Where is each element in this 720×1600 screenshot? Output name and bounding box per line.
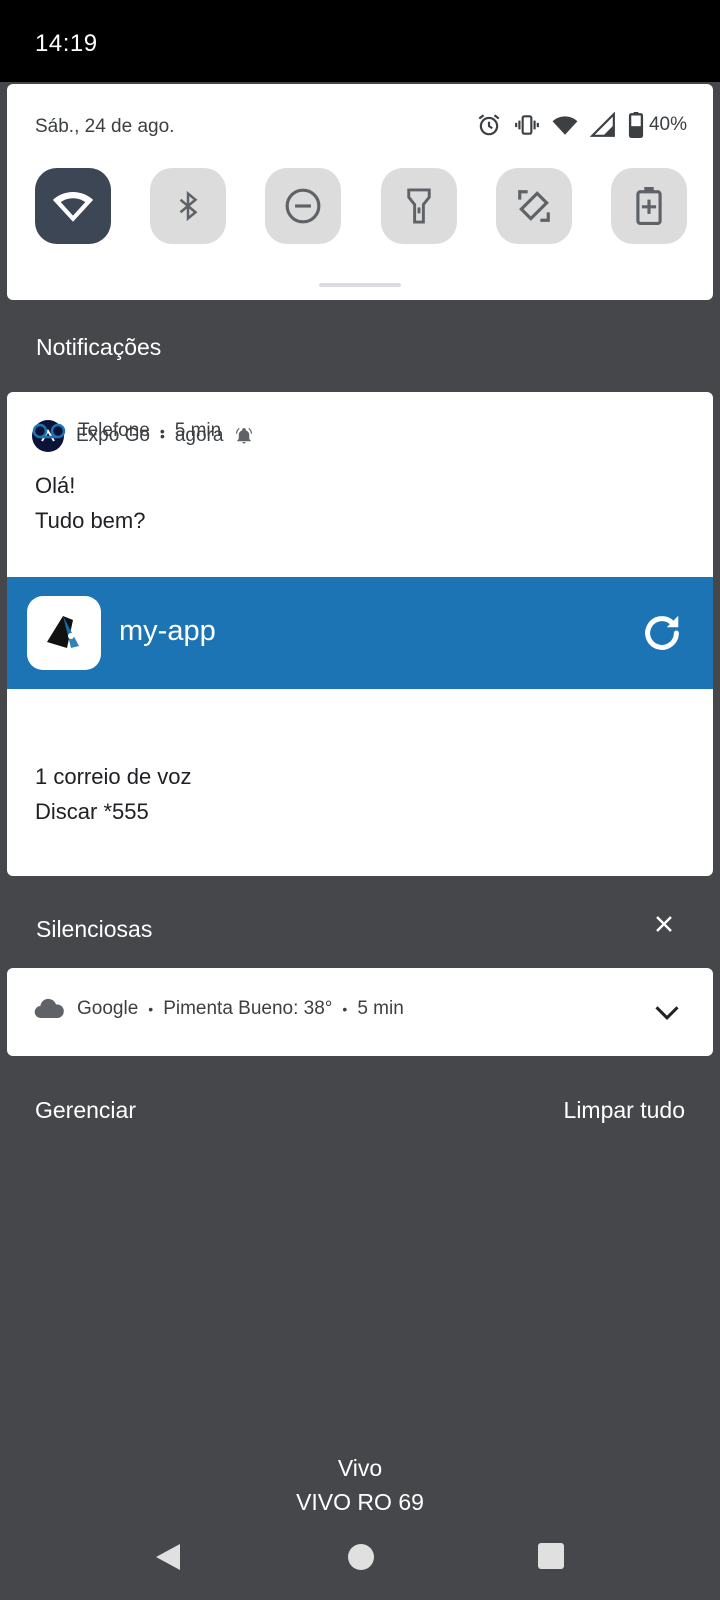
date-label: Sáb., 24 de ago. bbox=[35, 116, 175, 137]
phone-notification-header: Telefone • 5 min bbox=[32, 420, 221, 442]
battery-saver-icon bbox=[636, 187, 662, 225]
my-app-icon bbox=[27, 596, 101, 670]
auto-rotate-icon bbox=[517, 190, 550, 222]
battery-icon bbox=[627, 111, 645, 139]
expo-message-line1: Olá! bbox=[35, 473, 76, 498]
notifications-header: Notificações bbox=[36, 334, 162, 360]
home-icon[interactable] bbox=[348, 1544, 374, 1570]
flashlight-icon bbox=[406, 188, 431, 224]
phone-message-line2: Discar *555 bbox=[35, 799, 149, 824]
status-icons: 40% bbox=[475, 110, 687, 140]
google-time: 5 min bbox=[357, 998, 404, 1019]
carrier-name: Vivo bbox=[337, 1455, 383, 1481]
status-bar: 14:19 bbox=[0, 0, 720, 82]
tile-bluetooth[interactable] bbox=[150, 168, 227, 244]
silent-header: Silenciosas bbox=[36, 916, 153, 942]
navigation-bar bbox=[0, 1528, 720, 1588]
google-notification-header: Google • Pimenta Bueno: 38° • 5 min bbox=[33, 998, 404, 1020]
tile-do-not-disturb[interactable] bbox=[265, 168, 342, 244]
dev-app-banner[interactable]: my-app bbox=[7, 577, 713, 689]
back-icon[interactable] bbox=[154, 1542, 182, 1572]
my-app-name: my-app bbox=[119, 615, 216, 647]
phone-message-line1: 1 correio de voz bbox=[35, 764, 192, 789]
expo-notification-card[interactable]: Expo Go • agora Olá! Tudo bem? my-app Te… bbox=[7, 392, 713, 876]
carrier-network: VIVO RO 69 bbox=[296, 1489, 424, 1515]
phone-time: 5 min bbox=[174, 420, 222, 441]
separator-dot: • bbox=[159, 423, 165, 439]
vibrate-icon bbox=[513, 111, 541, 139]
tile-wifi[interactable] bbox=[35, 168, 111, 244]
drag-handle[interactable] bbox=[319, 283, 401, 287]
cellular-signal-icon bbox=[589, 111, 617, 139]
recent-apps-icon[interactable] bbox=[538, 1543, 564, 1569]
alarm-icon bbox=[475, 111, 503, 139]
cloud-icon bbox=[34, 998, 64, 1019]
wifi-icon bbox=[551, 111, 579, 139]
do-not-disturb-icon bbox=[285, 188, 321, 224]
status-time: 14:19 bbox=[35, 30, 98, 57]
weather-summary: Pimenta Bueno: 38° bbox=[163, 998, 333, 1019]
expo-message-line2: Tudo bem? bbox=[35, 508, 146, 533]
wifi-icon bbox=[52, 192, 94, 222]
clear-all-button[interactable]: Limpar tudo bbox=[564, 1097, 685, 1124]
alert-bell-icon bbox=[235, 427, 253, 445]
separator-dot: • bbox=[148, 1001, 154, 1017]
chevron-down-icon[interactable] bbox=[653, 998, 681, 1026]
close-icon[interactable] bbox=[652, 912, 676, 936]
manage-button[interactable]: Gerenciar bbox=[35, 1097, 136, 1124]
tile-flashlight[interactable] bbox=[380, 168, 457, 244]
quick-settings-tiles bbox=[35, 168, 687, 246]
quick-settings-panel: Sáb., 24 de ago. 40% bbox=[7, 84, 713, 300]
separator-dot: • bbox=[342, 1001, 348, 1017]
google-notification-card[interactable]: Google • Pimenta Bueno: 38° • 5 min bbox=[7, 968, 713, 1056]
tile-auto-rotate[interactable] bbox=[495, 168, 572, 244]
tile-battery-saver[interactable] bbox=[610, 168, 687, 244]
battery-percent: 40% bbox=[648, 114, 687, 135]
bluetooth-icon bbox=[179, 190, 198, 222]
phone-app-name: Telefone bbox=[78, 420, 150, 441]
voicemail-icon bbox=[32, 423, 66, 439]
reload-icon[interactable] bbox=[639, 610, 685, 656]
google-app-name: Google bbox=[77, 998, 139, 1019]
